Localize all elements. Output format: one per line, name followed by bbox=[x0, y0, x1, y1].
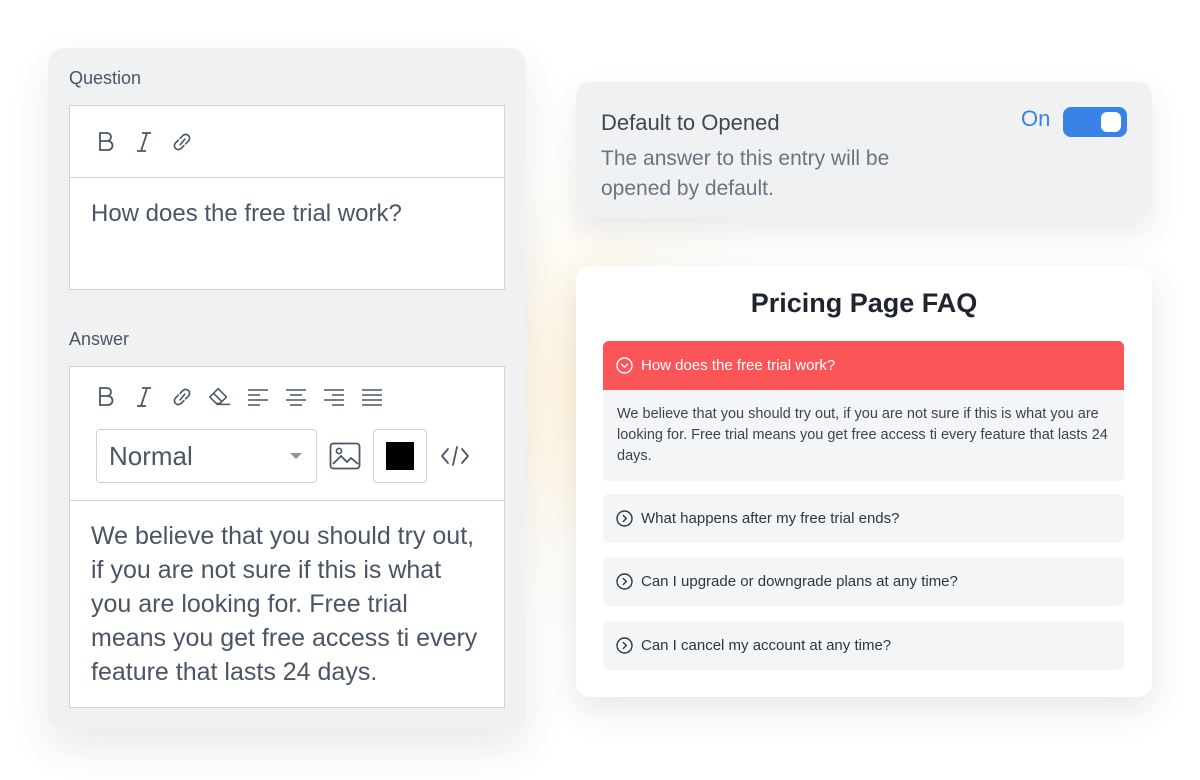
link-icon[interactable] bbox=[170, 384, 194, 410]
faq-item: Can I cancel my account at any time? bbox=[603, 621, 1124, 670]
answer-label: Answer bbox=[69, 329, 130, 349]
align-left-icon[interactable] bbox=[246, 384, 270, 410]
chevron-right-circle-icon bbox=[616, 573, 633, 590]
switch-knob bbox=[1101, 112, 1121, 132]
align-justify-icon[interactable] bbox=[360, 384, 384, 410]
toggle-title: Default to Opened bbox=[601, 110, 780, 135]
format-select[interactable]: Normal bbox=[96, 429, 317, 483]
faq-question-text: What happens after my free trial ends? bbox=[641, 510, 900, 527]
answer-text[interactable]: We believe that you should try out, if y… bbox=[70, 501, 504, 707]
faq-question-text: Can I cancel my account at any time? bbox=[641, 637, 892, 654]
bold-icon[interactable] bbox=[94, 129, 118, 155]
faq-item: How does the free trial work? We believe… bbox=[603, 341, 1124, 481]
chevron-right-circle-icon bbox=[616, 510, 633, 527]
question-text[interactable]: How does the free trial work? bbox=[70, 178, 504, 250]
chevron-down-icon bbox=[290, 453, 302, 459]
faq-item: What happens after my free trial ends? bbox=[603, 494, 1124, 543]
text-color-picker[interactable] bbox=[373, 429, 427, 483]
align-center-icon[interactable] bbox=[284, 384, 308, 410]
faq-question-text: How does the free trial work? bbox=[641, 357, 836, 374]
question-toolbar bbox=[70, 106, 504, 178]
default-opened-setting: Default to Opened The answer to this ent… bbox=[576, 82, 1152, 218]
faq-entry-editor: Question How does the free trial work? A… bbox=[48, 48, 526, 730]
toggle-description: The answer to this entry will be opened … bbox=[601, 147, 890, 200]
eraser-icon[interactable] bbox=[208, 384, 232, 410]
answer-toolbar: Normal bbox=[70, 367, 504, 501]
format-select-value: Normal bbox=[109, 440, 193, 471]
chevron-right-circle-icon bbox=[616, 637, 633, 654]
italic-icon[interactable] bbox=[132, 384, 156, 410]
align-right-icon[interactable] bbox=[322, 384, 346, 410]
toggle-state-label: On bbox=[1021, 106, 1051, 131]
image-icon[interactable] bbox=[327, 438, 363, 474]
faq-question-toggle[interactable]: Can I upgrade or downgrade plans at any … bbox=[603, 557, 1124, 606]
link-icon[interactable] bbox=[170, 129, 194, 155]
faq-question-toggle[interactable]: What happens after my free trial ends? bbox=[603, 494, 1124, 543]
faq-question-toggle[interactable]: How does the free trial work? bbox=[603, 341, 1124, 390]
code-view-icon[interactable] bbox=[437, 438, 473, 474]
default-opened-switch[interactable] bbox=[1063, 107, 1127, 137]
bold-icon[interactable] bbox=[94, 384, 118, 410]
faq-answer-text: We believe that you should try out, if y… bbox=[617, 406, 1108, 464]
faq-title: Pricing Page FAQ bbox=[750, 288, 978, 318]
italic-icon[interactable] bbox=[132, 129, 156, 155]
question-editor: How does the free trial work? bbox=[69, 105, 505, 290]
faq-item: Can I upgrade or downgrade plans at any … bbox=[603, 557, 1124, 606]
faq-preview: Pricing Page FAQ How does the free trial… bbox=[576, 266, 1152, 697]
faq-question-text: Can I upgrade or downgrade plans at any … bbox=[641, 573, 958, 590]
chevron-down-circle-icon bbox=[616, 357, 633, 374]
answer-editor: Normal We believe that you should try ou… bbox=[69, 366, 505, 708]
faq-question-toggle[interactable]: Can I cancel my account at any time? bbox=[603, 621, 1124, 670]
color-swatch bbox=[386, 442, 414, 470]
question-label: Question bbox=[69, 68, 142, 88]
